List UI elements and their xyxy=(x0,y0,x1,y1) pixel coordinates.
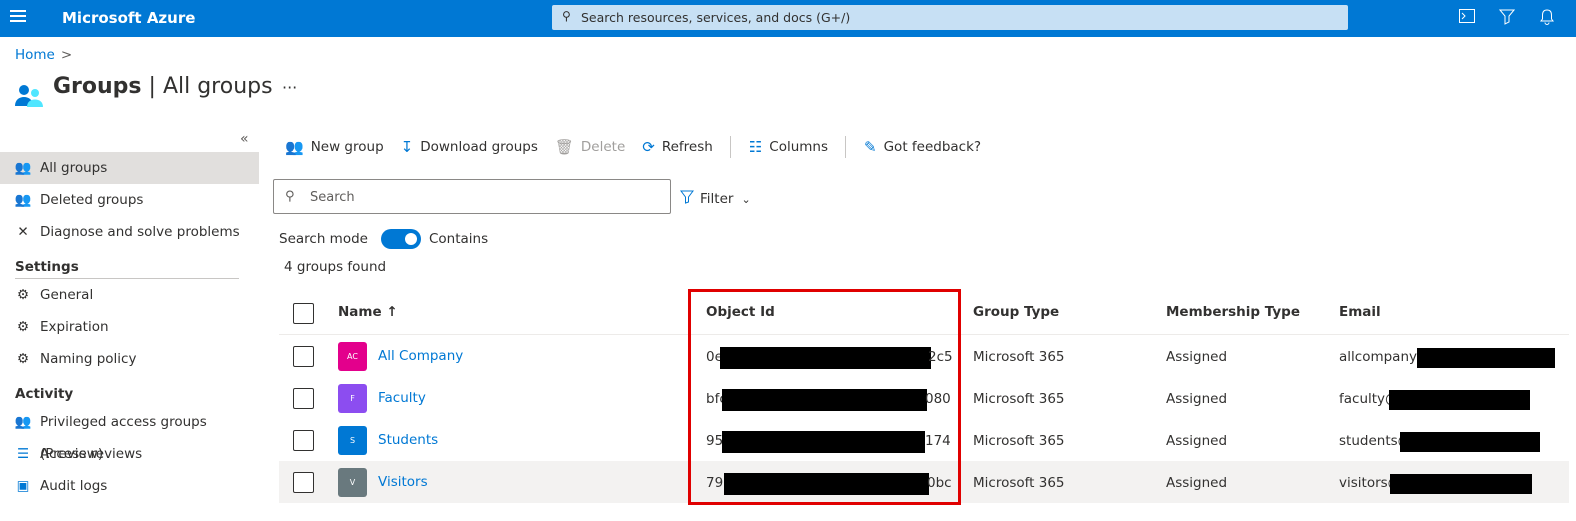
search-mode: Search mode Contains xyxy=(279,229,488,249)
group-avatar: AC xyxy=(338,342,367,371)
cloud-shell-icon[interactable] xyxy=(1457,9,1477,27)
group-name-link[interactable]: Visitors xyxy=(378,474,428,490)
chevron-down-icon: ⌄ xyxy=(741,192,751,206)
column-header-membership-type[interactable]: Membership Type xyxy=(1166,304,1300,320)
group-type: Microsoft 365 xyxy=(973,475,1065,491)
search-mode-label: Search mode xyxy=(279,231,368,247)
refresh-icon: ⟳ xyxy=(642,138,655,156)
delete-button[interactable]: 🗑 Delete xyxy=(555,138,625,156)
search-mode-value: Contains xyxy=(428,231,489,247)
columns-icon: ☷ xyxy=(748,138,763,156)
group-search-input[interactable] xyxy=(310,187,660,207)
column-header-email[interactable]: Email xyxy=(1339,304,1381,320)
directory-filter-icon[interactable] xyxy=(1497,9,1517,27)
group-avatar: F xyxy=(338,384,367,413)
sidebar-item-general[interactable]: ⚙ General xyxy=(0,279,259,311)
brand-title[interactable]: Microsoft Azure xyxy=(62,9,195,27)
group-name-link[interactable]: Faculty xyxy=(378,390,426,406)
filter-button[interactable]: Filter ⌄ xyxy=(680,190,751,208)
group-name-link[interactable]: All Company xyxy=(378,348,463,364)
new-group-icon: 👥 xyxy=(285,138,304,156)
sidebar-item-audit-logs[interactable]: ▣ Audit logs xyxy=(0,470,259,502)
membership-type: Assigned xyxy=(1166,433,1228,449)
log-icon: ▣ xyxy=(16,478,30,494)
sidebar-section-settings: Settings xyxy=(0,248,259,279)
results-count: 4 groups found xyxy=(284,259,387,275)
row-checkbox[interactable] xyxy=(293,430,314,451)
membership-type: Assigned xyxy=(1166,475,1228,491)
redaction-bar xyxy=(1417,348,1555,368)
group-avatar: S xyxy=(338,426,367,455)
breadcrumb-separator: > xyxy=(60,47,73,63)
sidebar-item-naming-policy[interactable]: ⚙ Naming policy xyxy=(0,343,259,375)
redaction-bar xyxy=(1400,432,1540,452)
group-name-link[interactable]: Students xyxy=(378,432,438,448)
row-checkbox[interactable] xyxy=(293,388,314,409)
collapse-sidebar-button[interactable]: « xyxy=(240,131,249,147)
list-check-icon: ☰ xyxy=(16,446,30,462)
trash-icon: 🗑 xyxy=(554,138,574,156)
group-type: Microsoft 365 xyxy=(973,391,1065,407)
columns-button[interactable]: ☷ Columns xyxy=(749,138,828,156)
membership-type: Assigned xyxy=(1166,391,1228,407)
groups-icon: 👥 xyxy=(14,192,32,208)
search-icon: ⚲ xyxy=(285,189,295,204)
sidebar-item-privileged-access[interactable]: 👥 Privileged access groups (Preview) xyxy=(0,406,259,462)
breadcrumb-home-link[interactable]: Home xyxy=(15,47,55,63)
new-group-button[interactable]: 👥 New group xyxy=(285,138,384,156)
redaction-bar xyxy=(1390,474,1532,494)
select-all-checkbox[interactable] xyxy=(293,303,314,324)
groups-page-icon xyxy=(15,83,43,111)
object-id-highlight-box xyxy=(688,289,961,505)
sidebar-item-deleted-groups[interactable]: 👥 Deleted groups xyxy=(0,184,259,216)
hamburger-menu-icon[interactable] xyxy=(10,10,26,26)
feedback-icon: ✎ xyxy=(864,138,877,156)
global-search-input[interactable] xyxy=(581,8,1321,27)
column-header-group-type[interactable]: Group Type xyxy=(973,304,1059,320)
search-icon: ⚲ xyxy=(562,9,571,23)
group-avatar: V xyxy=(338,468,367,497)
groups-icon: 👥 xyxy=(14,160,32,176)
wrench-icon: ✕ xyxy=(17,224,29,240)
notifications-bell-icon[interactable] xyxy=(1537,9,1557,27)
row-checkbox[interactable] xyxy=(293,346,314,367)
download-groups-button[interactable]: ↧ Download groups xyxy=(401,138,538,156)
download-icon: ↧ xyxy=(400,138,414,156)
breadcrumb: Home > xyxy=(15,47,72,63)
group-type: Microsoft 365 xyxy=(973,349,1065,365)
feedback-button[interactable]: ✎ Got feedback? xyxy=(864,138,981,156)
global-search[interactable]: ⚲ xyxy=(552,5,1348,30)
more-options-button[interactable]: ··· xyxy=(282,78,297,97)
sidebar-item-all-groups[interactable]: 👥 All groups xyxy=(0,152,259,184)
sidebar-item-diagnose[interactable]: ✕ Diagnose and solve problems xyxy=(0,216,259,248)
gear-icon: ⚙ xyxy=(16,287,30,303)
row-checkbox[interactable] xyxy=(293,472,314,493)
toolbar-divider xyxy=(845,136,847,158)
top-bar: Microsoft Azure ⚲ xyxy=(0,0,1576,37)
filter-icon xyxy=(680,190,694,208)
sidebar-nav: 👥 All groups 👥 Deleted groups ✕ Diagnose an… xyxy=(0,152,259,502)
search-mode-toggle[interactable] xyxy=(380,229,421,249)
group-type: Microsoft 365 xyxy=(973,433,1065,449)
group-search-box[interactable]: ⚲ xyxy=(273,179,671,214)
redaction-bar xyxy=(1389,390,1530,410)
gear-icon: ⚙ xyxy=(16,319,30,335)
command-bar: 👥 New group ↧ Download groups 🗑 Delete ⟳ Ref… xyxy=(285,135,998,159)
toolbar-divider xyxy=(729,136,731,158)
page-title: Groups | All groups xyxy=(53,74,273,99)
column-header-name[interactable]: Name ↑ xyxy=(338,304,398,320)
refresh-button[interactable]: ⟳ Refresh xyxy=(642,138,713,156)
membership-type: Assigned xyxy=(1166,349,1228,365)
groups-icon: 👥 xyxy=(14,414,32,430)
sidebar-item-expiration[interactable]: ⚙ Expiration xyxy=(0,311,259,343)
sidebar-item-access-reviews[interactable]: ☰ Access reviews xyxy=(0,438,259,470)
gear-icon: ⚙ xyxy=(16,351,30,367)
sidebar-section-activity: Activity xyxy=(15,386,74,402)
